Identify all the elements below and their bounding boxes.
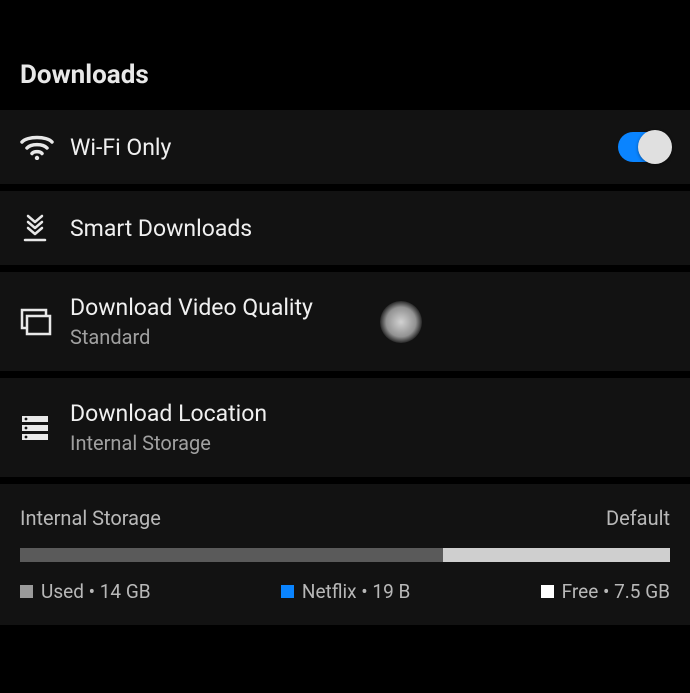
row-download-location[interactable]: Download Location Internal Storage [0, 378, 690, 484]
download-location-label: Download Location [70, 400, 670, 427]
row-wifi-only[interactable]: Wi-Fi Only [0, 110, 690, 191]
smart-downloads-label: Smart Downloads [70, 215, 670, 242]
legend-free-text: Free • 7.5 GB [562, 580, 670, 603]
wifi-only-label: Wi-Fi Only [70, 134, 618, 161]
smart-download-icon [20, 213, 70, 243]
section-header-downloads: Downloads [0, 0, 690, 110]
swatch-netflix-icon [281, 585, 294, 598]
storage-bar-free [443, 548, 670, 562]
video-quality-label: Download Video Quality [70, 294, 670, 321]
swatch-free-icon [541, 585, 554, 598]
video-quality-icon [20, 308, 70, 336]
row-download-video-quality[interactable]: Download Video Quality Standard [0, 272, 690, 378]
storage-section: Internal Storage Default Used • 14 GB Ne… [0, 484, 690, 625]
storage-icon [20, 414, 70, 442]
toggle-knob [638, 130, 672, 164]
storage-name: Internal Storage [20, 506, 161, 530]
wifi-icon [20, 134, 70, 160]
legend-netflix-text: Netflix • 19 B [302, 580, 410, 603]
legend-free: Free • 7.5 GB [541, 580, 670, 603]
storage-bar [20, 548, 670, 562]
download-location-value: Internal Storage [70, 431, 670, 455]
wifi-only-toggle[interactable] [618, 132, 670, 162]
storage-legend: Used • 14 GB Netflix • 19 B Free • 7.5 G… [20, 580, 670, 603]
legend-netflix: Netflix • 19 B [281, 580, 410, 603]
storage-status: Default [606, 506, 670, 530]
legend-used: Used • 14 GB [20, 580, 151, 603]
video-quality-value: Standard [70, 325, 670, 349]
legend-used-text: Used • 14 GB [41, 580, 151, 603]
swatch-used-icon [20, 585, 33, 598]
row-smart-downloads[interactable]: Smart Downloads [0, 191, 690, 272]
storage-bar-used [20, 548, 443, 562]
